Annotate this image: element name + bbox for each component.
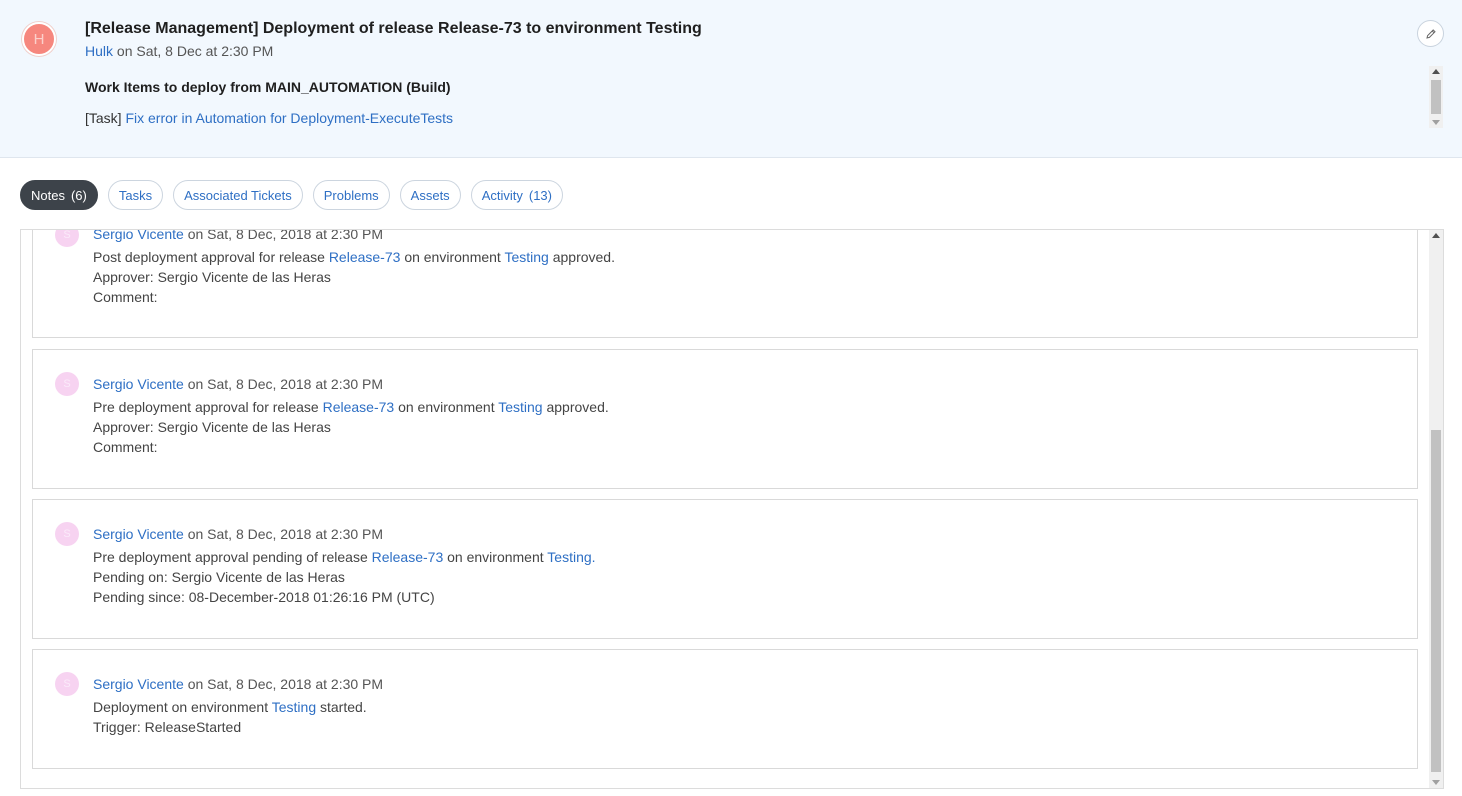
note-item: S Sergio Vicente on Sat, 8 Dec, 2018 at … bbox=[32, 349, 1418, 489]
note-comment: Comment: bbox=[93, 289, 158, 305]
note-time: on Sat, 8 Dec, 2018 at 2:30 PM bbox=[187, 526, 384, 542]
note-author-link[interactable]: Sergio Vicente bbox=[93, 230, 184, 242]
note-author-link[interactable]: Sergio Vicente bbox=[93, 676, 184, 692]
note-body-line: Pre deployment approval for release Rele… bbox=[93, 399, 609, 415]
author-link[interactable]: Hulk bbox=[85, 43, 113, 59]
release-link[interactable]: Release-73 bbox=[372, 549, 444, 565]
note-header: Sergio Vicente on Sat, 8 Dec, 2018 at 2:… bbox=[93, 229, 384, 242]
scroll-down-icon[interactable] bbox=[1432, 120, 1440, 125]
note-item: S Sergio Vicente on Sat, 8 Dec, 2018 at … bbox=[32, 499, 1418, 639]
note-header: Sergio Vicente on Sat, 8 Dec, 2018 at 2:… bbox=[93, 526, 383, 542]
ticket-header: H [Release Management] Deployment of rel… bbox=[0, 0, 1462, 158]
tab-assets[interactable]: Assets bbox=[399, 180, 461, 210]
scroll-up-icon[interactable] bbox=[1432, 69, 1440, 74]
environment-link[interactable]: Testing bbox=[498, 399, 542, 415]
note-comment: Comment: bbox=[93, 439, 158, 455]
note-pending-on: Pending on: Sergio Vicente de las Heras bbox=[93, 569, 345, 585]
tab-activity[interactable]: Activity (13) bbox=[470, 180, 563, 210]
tab-tasks[interactable]: Tasks bbox=[107, 180, 164, 210]
author-avatar[interactable]: H bbox=[22, 22, 56, 56]
note-body-line: Deployment on environment Testing starte… bbox=[93, 699, 367, 715]
note-item: S Sergio Vicente on Sat, 8 Dec, 2018 at … bbox=[32, 229, 1418, 338]
scroll-up-icon[interactable] bbox=[1432, 233, 1440, 238]
note-avatar[interactable]: S bbox=[55, 672, 79, 696]
note-item: S Sergio Vicente on Sat, 8 Dec, 2018 at … bbox=[32, 649, 1418, 769]
note-approver: Approver: Sergio Vicente de las Heras bbox=[93, 419, 331, 435]
note-avatar[interactable]: S bbox=[55, 522, 79, 546]
note-avatar[interactable]: S bbox=[55, 230, 79, 247]
note-pending-since: Pending since: 08-December-2018 01:26:16… bbox=[93, 589, 435, 605]
scrollbar-thumb[interactable] bbox=[1431, 80, 1441, 114]
description-heading: Work Items to deploy from MAIN_AUTOMATIO… bbox=[85, 79, 451, 95]
note-time: on Sat, 8 Dec, 2018 at 2:30 PM bbox=[187, 229, 384, 242]
note-time: on Sat, 8 Dec, 2018 at 2:30 PM bbox=[187, 676, 384, 692]
tab-problems[interactable]: Problems bbox=[312, 180, 390, 210]
release-link[interactable]: Release-73 bbox=[329, 249, 401, 265]
note-time: on Sat, 8 Dec, 2018 at 2:30 PM bbox=[187, 376, 384, 392]
task-prefix: [Task] bbox=[85, 110, 122, 126]
tab-associated-tickets[interactable]: Associated Tickets bbox=[173, 180, 303, 210]
note-header: Sergio Vicente on Sat, 8 Dec, 2018 at 2:… bbox=[93, 376, 383, 392]
note-body-line: Post deployment approval for release Rel… bbox=[93, 249, 615, 265]
tab-notes[interactable]: Notes (6) bbox=[20, 180, 98, 210]
environment-link[interactable]: Testing bbox=[504, 249, 548, 265]
description-task: [Task] Fix error in Automation for Deplo… bbox=[85, 110, 1425, 126]
note-body-line: Pre deployment approval pending of relea… bbox=[93, 549, 596, 565]
scrollbar-thumb[interactable] bbox=[1431, 430, 1441, 772]
ticket-title: [Release Management] Deployment of relea… bbox=[85, 20, 702, 37]
environment-link[interactable]: Testing. bbox=[547, 549, 595, 565]
notes-panel[interactable]: S Sergio Vicente on Sat, 8 Dec, 2018 at … bbox=[20, 229, 1444, 789]
note-author-link[interactable]: Sergio Vicente bbox=[93, 526, 184, 542]
notes-scrollbar[interactable] bbox=[1429, 230, 1443, 788]
note-avatar[interactable]: S bbox=[55, 372, 79, 396]
pencil-icon bbox=[1425, 28, 1436, 39]
ticket-meta: Hulk on Sat, 8 Dec at 2:30 PM bbox=[85, 43, 273, 59]
ticket-tabs: Notes (6) Tasks Associated Tickets Proble… bbox=[20, 180, 563, 210]
ticket-description: Work Items to deploy from MAIN_AUTOMATIO… bbox=[85, 66, 1425, 128]
task-link[interactable]: Fix error in Automation for Deployment-E… bbox=[125, 110, 453, 126]
scroll-down-icon[interactable] bbox=[1432, 780, 1440, 785]
posted-time: on Sat, 8 Dec at 2:30 PM bbox=[116, 43, 274, 59]
release-link[interactable]: Release-73 bbox=[323, 399, 395, 415]
description-scrollbar[interactable] bbox=[1429, 66, 1443, 128]
note-header: Sergio Vicente on Sat, 8 Dec, 2018 at 2:… bbox=[93, 676, 383, 692]
note-approver: Approver: Sergio Vicente de las Heras bbox=[93, 269, 331, 285]
note-trigger: Trigger: ReleaseStarted bbox=[93, 719, 242, 735]
environment-link[interactable]: Testing bbox=[272, 699, 316, 715]
edit-button[interactable] bbox=[1417, 20, 1444, 47]
note-author-link[interactable]: Sergio Vicente bbox=[93, 376, 184, 392]
